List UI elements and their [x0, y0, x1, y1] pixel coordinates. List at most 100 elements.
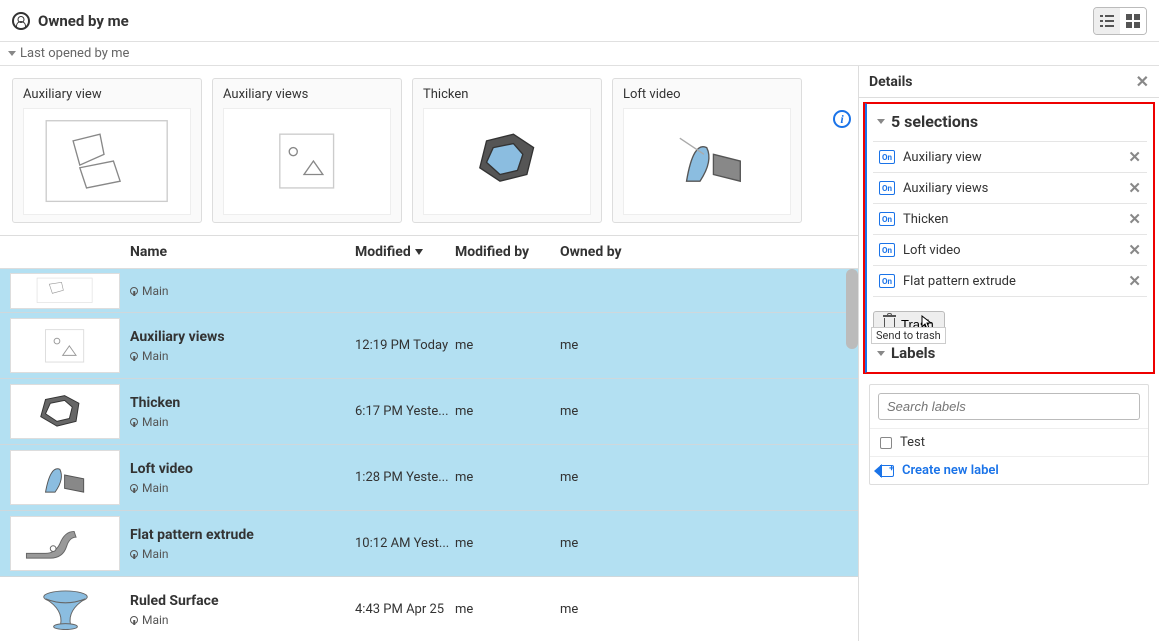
card-thumb: [23, 108, 191, 215]
row-modified-by: me: [455, 602, 560, 617]
owner-icon: [12, 12, 30, 30]
row-thumb: [10, 516, 120, 571]
card-title: Loft video: [623, 87, 791, 102]
row-modified-by: me: [455, 338, 560, 353]
close-icon[interactable]: ✕: [1136, 72, 1149, 91]
card-thumb: [223, 108, 391, 215]
selection-item: OnLoft video ✕: [873, 234, 1147, 265]
grid-view-button[interactable]: [1120, 8, 1146, 34]
table-row[interactable]: Auxiliary viewsMain 12:19 PM Today me me: [0, 313, 858, 379]
details-header: Details: [869, 74, 913, 90]
remove-selection-icon[interactable]: ✕: [1128, 148, 1141, 166]
remove-selection-icon[interactable]: ✕: [1128, 272, 1141, 290]
checkbox-icon[interactable]: [880, 437, 892, 449]
label-item[interactable]: Test: [870, 428, 1148, 456]
row-modified: 10:12 AM Yest...: [355, 536, 455, 551]
sort-desc-icon: [415, 249, 423, 255]
recent-card[interactable]: Loft video: [612, 78, 802, 223]
sort-label: Last opened by me: [20, 46, 129, 61]
branch-icon: [130, 616, 138, 624]
labels-header[interactable]: Labels: [873, 342, 1147, 364]
row-thumb: [10, 273, 120, 309]
recent-card[interactable]: Thicken: [412, 78, 602, 223]
column-modified[interactable]: Modified: [355, 244, 455, 260]
table-header: Name Modified Modified by Owned by: [0, 236, 858, 269]
details-body: 5 selections OnAuxiliary view ✕ OnAuxili…: [863, 102, 1155, 374]
row-name: Thicken: [130, 395, 355, 411]
document-icon: On: [879, 274, 895, 288]
grid-icon: [1126, 14, 1140, 28]
row-thumb: [10, 450, 120, 505]
selection-list: OnAuxiliary view ✕ OnAuxiliary views ✕ O…: [873, 141, 1147, 297]
document-icon: On: [879, 212, 895, 226]
info-icon[interactable]: i: [833, 110, 851, 128]
table-row[interactable]: ThickenMain 6:17 PM Yeste... me me: [0, 379, 858, 445]
selection-header[interactable]: 5 selections: [873, 110, 1147, 133]
row-modified: 6:17 PM Yeste...: [355, 404, 455, 419]
selection-item: OnAuxiliary views ✕: [873, 172, 1147, 203]
document-icon: On: [879, 181, 895, 195]
table-row[interactable]: Flat pattern extrudeMain 10:12 AM Yest..…: [0, 511, 858, 577]
tag-plus-icon: [880, 465, 894, 477]
column-owned-by[interactable]: Owned by: [560, 244, 665, 260]
row-owned-by: me: [560, 536, 665, 551]
recent-cards: Auxiliary view Auxiliary views Thicken L…: [0, 66, 858, 236]
document-icon: On: [879, 150, 895, 164]
chevron-down-icon: [877, 351, 885, 356]
row-name: Flat pattern extrude: [130, 527, 355, 543]
recent-card[interactable]: Auxiliary view: [12, 78, 202, 223]
row-owned-by: me: [560, 602, 665, 617]
card-thumb: [423, 108, 591, 215]
list-icon: [1100, 15, 1114, 27]
column-name[interactable]: Name: [130, 244, 355, 260]
card-title: Auxiliary views: [223, 87, 391, 102]
recent-card[interactable]: Auxiliary views: [212, 78, 402, 223]
branch-icon: [130, 418, 138, 426]
labels-box: Test Create new label: [869, 384, 1149, 485]
branch-icon: [130, 550, 138, 558]
row-modified: 4:43 PM Apr 25: [355, 602, 455, 617]
trash-tooltip: Send to trash: [871, 327, 946, 344]
row-thumb: [10, 384, 120, 439]
column-modified-by[interactable]: Modified by: [455, 244, 560, 260]
table-body: Main Auxiliary viewsMain 12:19 PM Today …: [0, 269, 858, 641]
branch-icon: [130, 484, 138, 492]
row-modified: 1:28 PM Yeste...: [355, 470, 455, 485]
selection-item: OnFlat pattern extrude ✕: [873, 265, 1147, 297]
row-thumb: [10, 582, 120, 637]
row-owned-by: me: [560, 470, 665, 485]
row-modified-by: me: [455, 536, 560, 551]
card-thumb: [623, 108, 791, 215]
create-label-button[interactable]: Create new label: [870, 456, 1148, 484]
row-modified: 12:19 PM Today: [355, 338, 455, 353]
selection-item: OnThicken ✕: [873, 203, 1147, 234]
card-title: Thicken: [423, 87, 591, 102]
sort-dropdown[interactable]: Last opened by me: [0, 42, 1159, 66]
view-toggle: [1093, 7, 1147, 35]
list-view-button[interactable]: [1094, 8, 1120, 34]
row-thumb: [10, 318, 120, 373]
row-modified-by: me: [455, 404, 560, 419]
scrollbar-thumb[interactable]: [846, 269, 858, 349]
remove-selection-icon[interactable]: ✕: [1128, 210, 1141, 228]
table-row[interactable]: Main: [0, 269, 858, 313]
branch-icon: [130, 352, 138, 360]
card-title: Auxiliary view: [23, 87, 191, 102]
chevron-down-icon: [877, 119, 885, 124]
remove-selection-icon[interactable]: ✕: [1128, 179, 1141, 197]
selection-item: OnAuxiliary view ✕: [873, 141, 1147, 172]
table-row[interactable]: Loft videoMain 1:28 PM Yeste... me me: [0, 445, 858, 511]
row-owned-by: me: [560, 338, 665, 353]
search-labels-input[interactable]: [878, 393, 1140, 420]
document-icon: On: [879, 243, 895, 257]
row-name: Ruled Surface: [130, 593, 355, 609]
table-row[interactable]: Ruled SurfaceMain 4:43 PM Apr 25 me me: [0, 577, 858, 641]
chevron-down-icon: [8, 51, 16, 56]
page-title: Owned by me: [38, 12, 129, 30]
row-owned-by: me: [560, 404, 665, 419]
row-modified-by: me: [455, 470, 560, 485]
branch-icon: [130, 287, 138, 295]
row-name: Loft video: [130, 461, 355, 477]
row-name: Auxiliary views: [130, 329, 355, 345]
remove-selection-icon[interactable]: ✕: [1128, 241, 1141, 259]
